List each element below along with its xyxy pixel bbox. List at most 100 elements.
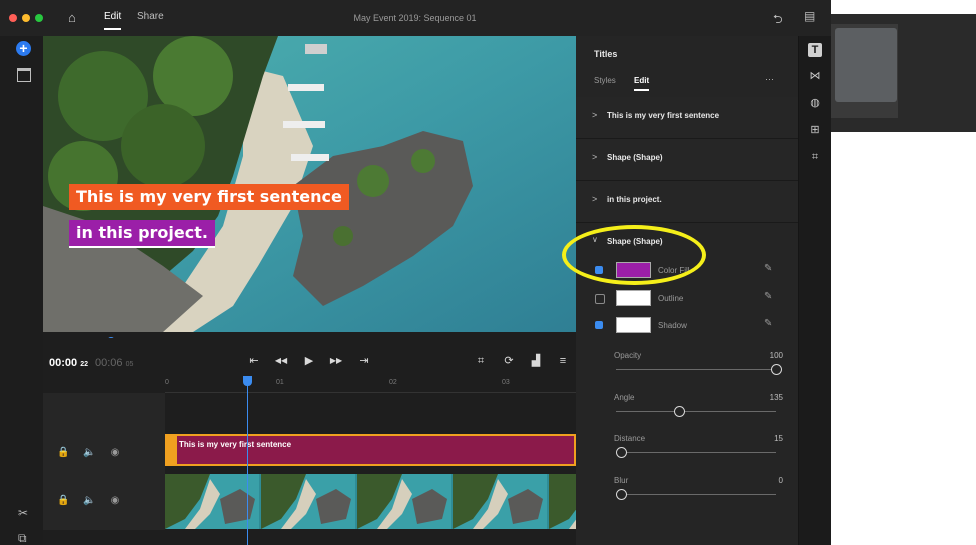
volume-icon[interactable]: ▟ xyxy=(528,354,544,368)
stack-icon[interactable]: ⧉ xyxy=(18,531,27,545)
lock-icon[interactable]: 🔒 xyxy=(57,495,69,507)
ruler-divider xyxy=(165,392,576,393)
title-clip[interactable]: This is my very first sentence xyxy=(165,434,576,466)
tab-share[interactable]: Share xyxy=(137,11,164,22)
slider-knob[interactable] xyxy=(771,364,782,375)
top-bar: ⌂ Edit Share May Event 2019: Sequence 01… xyxy=(0,0,831,36)
right-rail: T ⋈ ◍ ⊞ ⌗ xyxy=(798,36,831,545)
tab-edit-panel[interactable]: Edit xyxy=(634,76,650,91)
eye-icon[interactable]: ◉ xyxy=(109,495,121,507)
shadow-swatch[interactable] xyxy=(616,317,651,333)
left-rail: + ✂ ⧉ xyxy=(0,36,43,545)
section-text-1[interactable]: > This is my very first sentence xyxy=(576,97,798,139)
section-label: This is my very first sentence xyxy=(607,111,720,120)
outline-checkbox[interactable] xyxy=(595,294,605,304)
transform-icon[interactable]: ⊞ xyxy=(808,123,822,137)
fit-icon[interactable]: ⌗ xyxy=(473,354,489,368)
outline-swatch[interactable] xyxy=(616,290,651,306)
eyedropper-icon[interactable]: ✎ xyxy=(764,318,772,329)
title-track-header: 🔒 🔈 ◉ xyxy=(43,433,165,473)
clip-trim-handle[interactable] xyxy=(167,436,177,464)
maximize-window-button[interactable] xyxy=(35,14,43,22)
preview-title-line-2[interactable]: in this project. xyxy=(69,220,215,248)
add-media-icon[interactable]: + xyxy=(16,41,31,56)
distance-slider[interactable]: Distance 15 xyxy=(614,432,784,462)
section-label: Shape (Shape) xyxy=(607,153,663,162)
slider-track xyxy=(616,452,776,453)
go-to-start-button[interactable]: ⇤ xyxy=(246,354,262,368)
distance-label: Distance xyxy=(614,434,646,443)
opacity-value: 100 xyxy=(769,351,783,360)
transitions-icon[interactable]: ⋈ xyxy=(808,69,822,83)
tab-styles[interactable]: Styles xyxy=(594,76,616,85)
chevron-right-icon: > xyxy=(592,110,598,120)
empty-track-header xyxy=(43,393,165,433)
slider-knob[interactable] xyxy=(616,489,627,500)
title-clip-label: This is my very first sentence xyxy=(179,440,292,449)
eyedropper-icon[interactable]: ✎ xyxy=(764,263,772,274)
distance-value: 15 xyxy=(774,434,783,443)
highlight-annotation xyxy=(562,225,706,285)
video-clip[interactable] xyxy=(165,474,576,529)
play-button[interactable]: ▶ xyxy=(301,354,317,368)
section-text-2[interactable]: > in this project. xyxy=(576,181,798,223)
clip-thumbnails xyxy=(165,474,576,529)
more-options-icon[interactable]: ··· xyxy=(765,74,774,84)
step-back-button[interactable]: ◀◀ xyxy=(273,354,289,368)
chevron-right-icon: > xyxy=(592,194,598,204)
slider-track xyxy=(616,411,776,412)
color-icon[interactable]: ◍ xyxy=(808,96,822,110)
background-thumbnail xyxy=(835,28,897,102)
duration: 00:06 05 xyxy=(95,357,134,369)
crop-icon[interactable]: ⌗ xyxy=(808,150,822,164)
blur-label: Blur xyxy=(614,476,629,485)
close-window-button[interactable] xyxy=(9,14,17,22)
current-time: 00:00 22 xyxy=(49,357,88,369)
angle-slider[interactable]: Angle 135 xyxy=(614,391,784,421)
speaker-icon[interactable]: 🔈 xyxy=(83,447,95,459)
panel-title: Titles xyxy=(594,49,618,59)
minimize-window-button[interactable] xyxy=(22,14,30,22)
preview-title-line-1[interactable]: This is my very first sentence xyxy=(69,184,349,210)
menu-icon[interactable]: ≡ xyxy=(555,354,571,368)
outline-label: Outline xyxy=(658,294,684,303)
slider-knob[interactable] xyxy=(674,406,686,417)
opacity-label: Opacity xyxy=(614,351,642,360)
angle-value: 135 xyxy=(769,393,783,402)
home-icon[interactable]: ⌂ xyxy=(68,10,76,25)
ruler-tick: 03 xyxy=(502,379,510,386)
ruler-tick: 01 xyxy=(276,379,284,386)
video-track-header: 🔒 🔈 ◉ xyxy=(43,473,165,530)
blur-slider[interactable]: Blur 0 xyxy=(614,474,784,504)
app-window: ⌂ Edit Share May Event 2019: Sequence 01… xyxy=(0,0,831,545)
comments-icon[interactable]: ▤ xyxy=(804,9,815,23)
eye-icon[interactable]: ◉ xyxy=(109,447,121,459)
shadow-label: Shadow xyxy=(658,321,687,330)
speaker-icon[interactable]: 🔈 xyxy=(83,495,95,507)
scissors-icon[interactable]: ✂ xyxy=(18,506,28,520)
opacity-slider[interactable]: Opacity 100 xyxy=(614,349,784,379)
playhead-line xyxy=(247,376,248,545)
slider-track xyxy=(616,494,776,495)
blur-value: 0 xyxy=(778,476,783,485)
step-forward-button[interactable]: ▶▶ xyxy=(328,354,344,368)
titles-rail-icon[interactable]: T xyxy=(808,43,822,57)
video-preview[interactable]: This is my very first sentence in this p… xyxy=(43,36,576,332)
tab-edit[interactable]: Edit xyxy=(104,11,122,30)
media-icon[interactable] xyxy=(17,68,31,82)
section-shape-1[interactable]: > Shape (Shape) xyxy=(576,139,798,181)
slider-knob[interactable] xyxy=(616,447,627,458)
playhead-handle[interactable] xyxy=(243,376,252,386)
ruler-tick: 0 xyxy=(165,379,169,386)
ruler-tick: 02 xyxy=(389,379,397,386)
go-to-end-button[interactable]: ⇥ xyxy=(356,354,372,368)
shadow-checkbox[interactable] xyxy=(595,321,603,329)
timeline-ruler[interactable]: 0 01 02 03 xyxy=(43,376,576,392)
slider-track xyxy=(616,369,776,370)
eyedropper-icon[interactable]: ✎ xyxy=(764,291,772,302)
background-window xyxy=(831,14,976,132)
lock-icon[interactable]: 🔒 xyxy=(57,447,69,459)
loop-icon[interactable]: ⟳ xyxy=(501,354,517,368)
undo-icon[interactable]: ⮌ xyxy=(773,10,783,31)
window-title: May Event 2019: Sequence 01 xyxy=(353,13,477,23)
